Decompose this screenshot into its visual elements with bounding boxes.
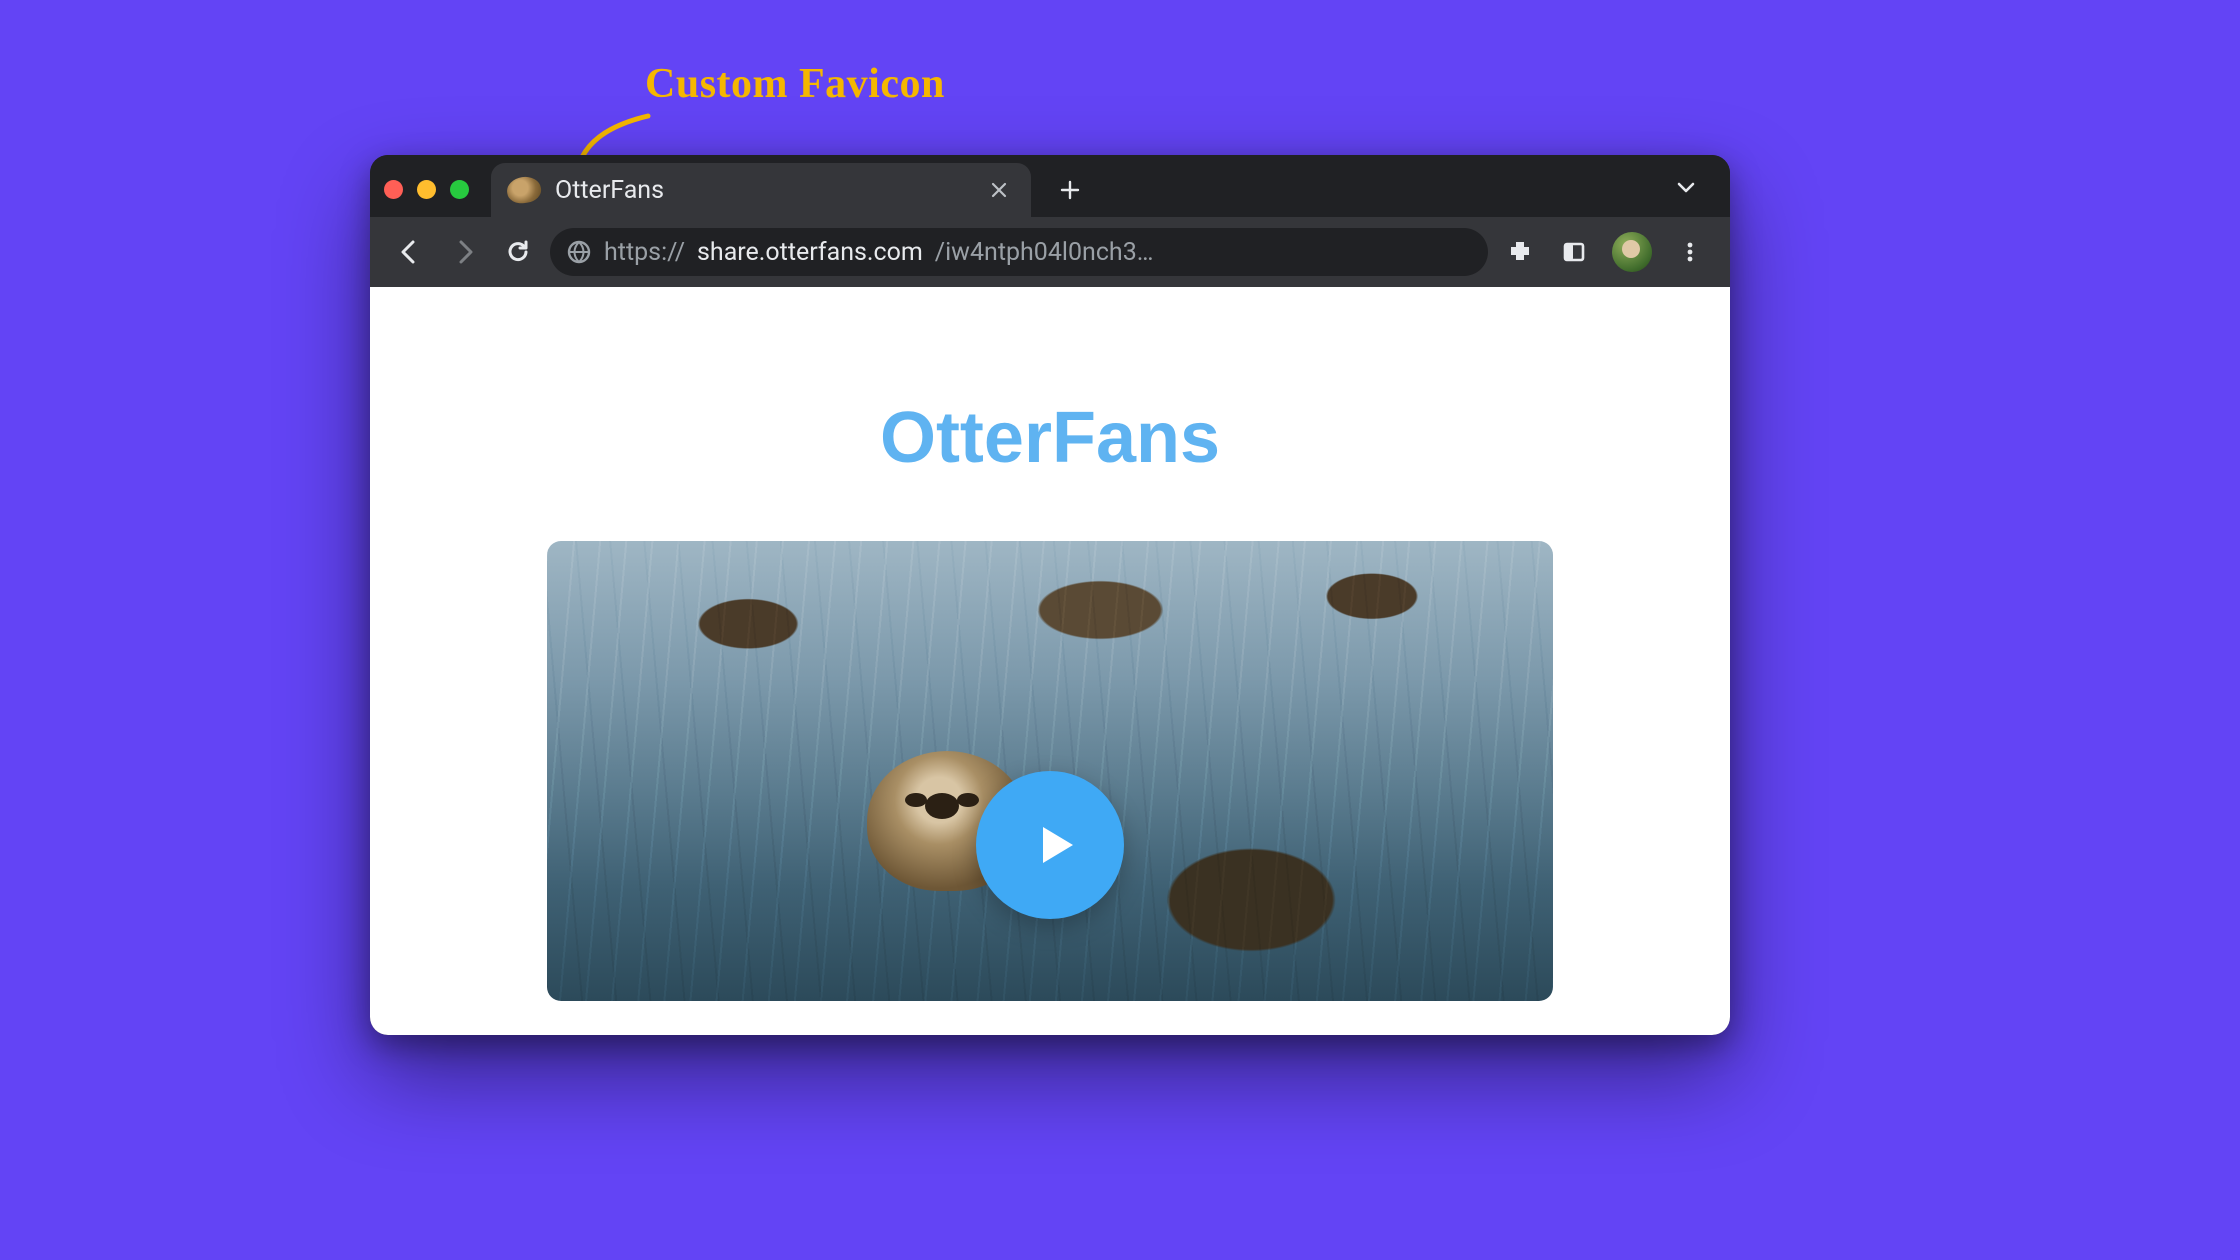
reload-button[interactable] — [496, 230, 540, 274]
page-heading: OtterFans — [880, 397, 1220, 479]
maximize-window-button[interactable] — [450, 180, 469, 199]
url-path: /iw4ntph04l0nch3… — [935, 238, 1154, 267]
video-thumbnail[interactable] — [547, 541, 1553, 1001]
tab-list-button[interactable] — [1670, 171, 1702, 203]
url-host: share.otterfans.com — [697, 238, 923, 267]
page-content: OtterFans — [370, 287, 1730, 1035]
favicon-icon — [505, 175, 542, 205]
site-info-icon[interactable] — [566, 239, 592, 265]
extensions-button[interactable] — [1498, 230, 1542, 274]
close-tab-button[interactable] — [985, 176, 1013, 204]
new-tab-button[interactable] — [1049, 169, 1091, 211]
annotation-custom-favicon: Custom Favicon — [645, 60, 945, 108]
browser-window: OtterFans https://share.otterfans.com/iw — [370, 155, 1730, 1035]
tab-title: OtterFans — [555, 176, 971, 205]
address-bar[interactable]: https:// share.otterfans.com/iw4ntph04l0n… — [550, 228, 1488, 276]
play-button[interactable] — [976, 771, 1124, 919]
browser-menu-button[interactable] — [1668, 230, 1712, 274]
window-controls — [384, 180, 469, 199]
url-scheme: https:// — [604, 238, 685, 267]
minimize-window-button[interactable] — [417, 180, 436, 199]
profile-avatar[interactable] — [1612, 232, 1652, 272]
browser-toolbar: https:// share.otterfans.com/iw4ntph04l0n… — [370, 217, 1730, 287]
browser-tab[interactable]: OtterFans — [491, 163, 1031, 217]
side-panel-button[interactable] — [1552, 230, 1596, 274]
tab-strip: OtterFans — [370, 155, 1730, 217]
back-button[interactable] — [388, 230, 432, 274]
play-icon — [1027, 817, 1083, 873]
close-window-button[interactable] — [384, 180, 403, 199]
forward-button[interactable] — [442, 230, 486, 274]
